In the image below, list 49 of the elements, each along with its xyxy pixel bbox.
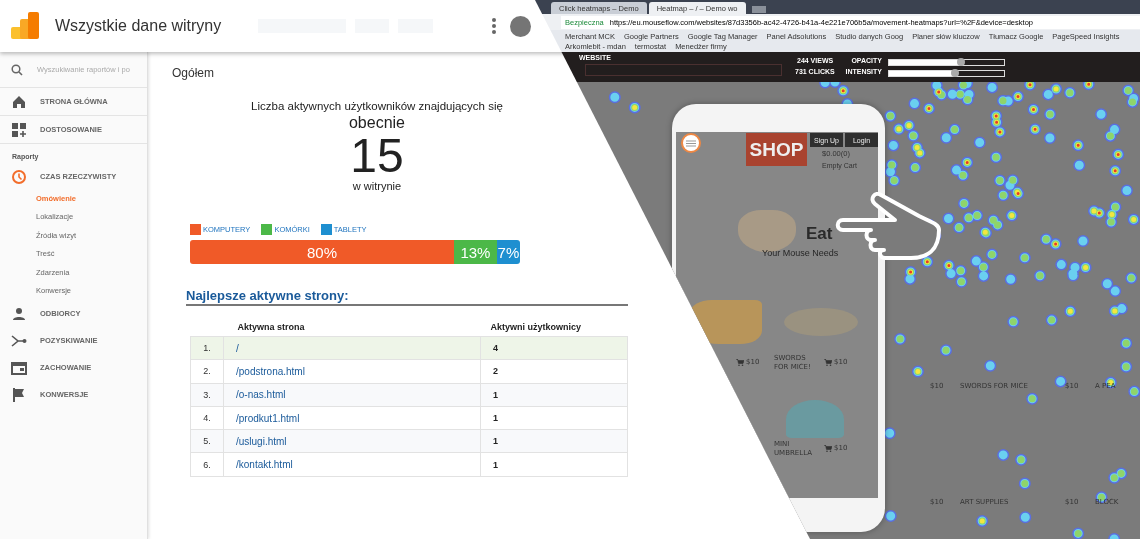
hero-subtitle: Your Mouse Needs xyxy=(762,248,839,258)
page-link[interactable]: /uslugi.html xyxy=(236,435,287,447)
row-number: 3. xyxy=(203,389,211,400)
user-count: 1 xyxy=(493,459,498,470)
row-number: 1. xyxy=(203,343,211,354)
slider-thumb[interactable] xyxy=(950,69,959,77)
shop-logo: SHOP xyxy=(746,133,807,166)
page-link[interactable]: /prodkut1.html xyxy=(236,412,300,424)
row-number: 2. xyxy=(203,366,211,377)
menu-icon[interactable] xyxy=(681,133,701,153)
column-header: Aktywna strona xyxy=(237,322,305,332)
active-users-caption: Liczba aktywnych użytkowników znajdujących się xyxy=(251,100,503,112)
user-count: 4 xyxy=(493,343,498,354)
page-link[interactable]: / xyxy=(236,342,239,354)
cart-icon xyxy=(824,359,832,366)
hero-title: Eat xyxy=(806,224,833,244)
photo-placeholder xyxy=(738,210,796,252)
user-count: 1 xyxy=(493,413,498,424)
search-icon xyxy=(11,63,23,76)
user-count: 1 xyxy=(493,436,498,447)
user-count: 2 xyxy=(493,366,498,377)
more-icon[interactable] xyxy=(491,17,498,35)
avatar[interactable] xyxy=(510,15,532,37)
slider[interactable] xyxy=(888,59,1005,66)
page-link[interactable]: /kontakt.html xyxy=(236,459,293,471)
device-share-segment: 13% xyxy=(454,240,497,264)
cart-icon xyxy=(824,445,832,452)
active-users-count: 15 xyxy=(350,134,404,178)
row-number: 4. xyxy=(203,413,211,424)
new-tab-button[interactable] xyxy=(751,6,766,13)
page-link[interactable]: /podstrona.html xyxy=(236,365,305,377)
photo-placeholder xyxy=(690,300,762,344)
row-number: 6. xyxy=(203,459,211,470)
slider[interactable] xyxy=(888,70,1005,77)
active-users-qualifier: obecnie xyxy=(348,114,405,132)
section-title: Ogółem xyxy=(172,66,215,80)
page-link[interactable]: /o-nas.html xyxy=(236,389,286,401)
device-share-segment: 7% xyxy=(496,240,520,264)
active-users-suffix: w witrynie xyxy=(352,180,402,192)
user-count: 1 xyxy=(493,389,498,400)
cart-icon xyxy=(736,359,744,366)
photo-placeholder xyxy=(786,400,844,438)
column-header: Aktywni użytkownicy xyxy=(490,322,582,332)
row-number: 5. xyxy=(203,436,211,447)
slider-thumb[interactable] xyxy=(957,58,966,66)
table-title: Najlepsze aktywne strony: xyxy=(186,288,628,306)
analytics-logo-icon xyxy=(11,11,41,41)
device-share-segment: 80% xyxy=(190,240,454,264)
property-title: Wszystkie dane witryny xyxy=(55,17,222,35)
